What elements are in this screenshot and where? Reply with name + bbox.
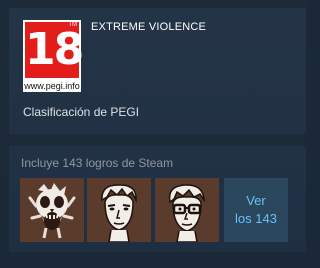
pegi-18-logo[interactable]: 18 TM www.pegi.info — [23, 20, 84, 92]
achievement-skull[interactable] — [20, 178, 84, 242]
rating-caption: Clasificación de PEGI — [23, 105, 140, 119]
age-rating-panel: 18 TM www.pegi.info EXTREME VIOLENCE Cla… — [9, 8, 306, 134]
pegi-website-label: www.pegi.info — [24, 81, 80, 91]
view-all-line1: Ver — [246, 193, 266, 208]
pegi-rating-badge: 18 TM — [23, 20, 84, 80]
pegi-rating-number: 18 — [25, 24, 84, 75]
game-info-sidebar: 18 TM www.pegi.info EXTREME VIOLENCE Cla… — [0, 0, 309, 268]
face-portrait-icon — [87, 178, 151, 242]
achievement-portrait-glasses[interactable] — [155, 178, 219, 242]
glasses-face-portrait-icon — [155, 178, 219, 242]
view-all-line2: los 143 — [235, 211, 277, 226]
achievement-portrait[interactable] — [87, 178, 151, 242]
achievements-heading: Incluye 143 logros de Steam — [21, 156, 174, 170]
view-all-achievements-button[interactable]: Ver los 143 — [224, 178, 288, 242]
trademark-mark: TM — [68, 22, 77, 28]
screaming-skull-icon — [20, 178, 84, 242]
achievements-panel: Incluye 143 logros de Steam Ver los 143 — [9, 146, 306, 252]
content-descriptor: EXTREME VIOLENCE — [91, 21, 207, 33]
